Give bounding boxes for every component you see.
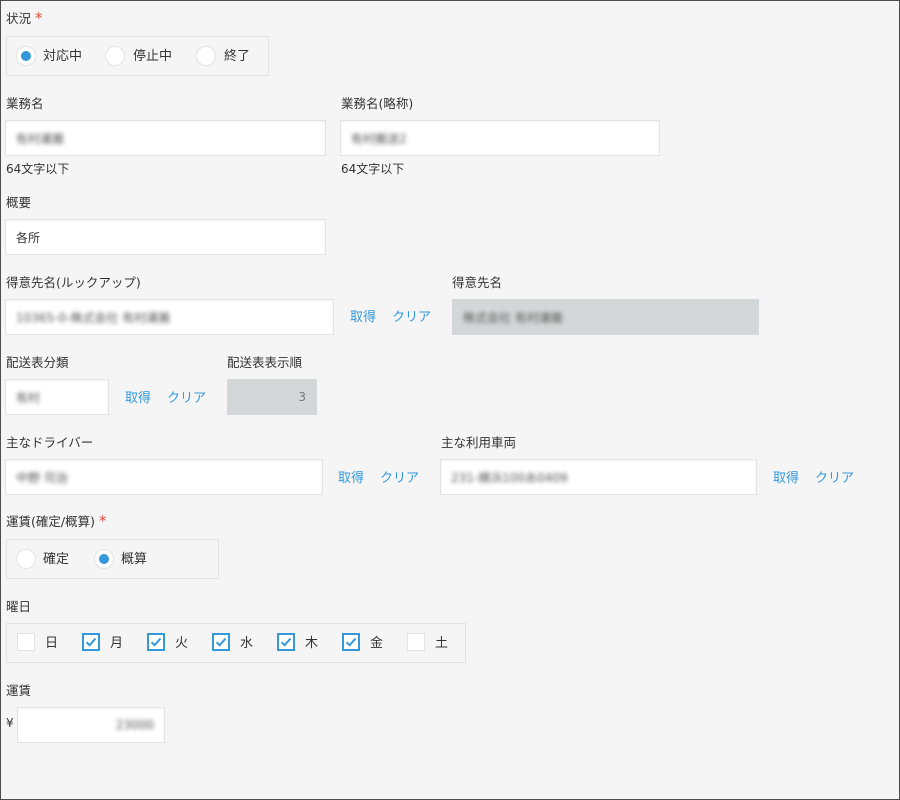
vehicle-label: 主な利用車両 — [441, 435, 517, 450]
status-option-ended-label[interactable]: 終了 — [224, 45, 250, 64]
delivery-category-value: 有村 — [16, 390, 41, 405]
business-short-label: 業務名(略称) — [341, 96, 414, 111]
weekday-checkbox-group: 日 月 火 水 木 金 土 — [6, 623, 466, 663]
delivery-category-input[interactable]: 有村 — [5, 379, 109, 415]
fare-type-radio-fixed[interactable] — [16, 549, 36, 569]
customer-lookup-value: 10365-0-株式会社 有村運搬 — [16, 310, 171, 325]
business-name-hint: 64文字以下 — [6, 162, 70, 176]
status-label-text: 状況 — [6, 11, 32, 26]
fare-type-label-text: 運賃(確定/概算) — [6, 514, 95, 529]
weekday-label-tue[interactable]: 火 — [175, 632, 188, 651]
vehicle-clear-link[interactable]: クリア — [815, 467, 854, 486]
driver-value: 中野 司治 — [16, 470, 68, 485]
customer-lookup-clear-link[interactable]: クリア — [392, 306, 431, 325]
delivery-order-label: 配送表表示順 — [227, 355, 303, 370]
fare-input[interactable]: 23000 — [17, 707, 165, 743]
weekday-checkbox-sun[interactable] — [17, 633, 35, 651]
business-short-input[interactable]: 有村搬送2 — [340, 120, 660, 156]
weekday-checkbox-wed[interactable] — [212, 633, 230, 651]
summary-input[interactable]: 各所 — [5, 219, 326, 255]
checkmark-icon — [280, 637, 292, 647]
weekday-label-sat[interactable]: 土 — [435, 632, 448, 651]
weekday-label-mon[interactable]: 月 — [110, 632, 123, 651]
fare-type-option-fixed-label[interactable]: 確定 — [43, 548, 69, 567]
weekday-label-fri[interactable]: 金 — [370, 632, 383, 651]
weekday-checkbox-thu[interactable] — [277, 633, 295, 651]
fare-type-label: 運賃(確定/概算) * — [6, 511, 106, 530]
summary-label: 概要 — [6, 195, 32, 210]
business-short-value: 有村搬送2 — [351, 131, 407, 146]
checkmark-icon — [345, 637, 357, 647]
status-radio-paused[interactable] — [105, 46, 125, 66]
delivery-category-label: 配送表分類 — [6, 355, 69, 370]
fare-type-radio-group: 確定 概算 — [6, 539, 219, 579]
customer-name-value: 株式会社 有村運搬 — [463, 310, 563, 325]
checkmark-icon — [215, 637, 227, 647]
status-option-paused-label[interactable]: 停止中 — [133, 45, 172, 64]
customer-lookup-label: 得意先名(ルックアップ) — [6, 275, 141, 290]
vehicle-input[interactable]: 231-横浜100あ0409 — [440, 459, 757, 495]
delivery-order-field: 3 — [227, 379, 317, 415]
business-name-label: 業務名 — [6, 96, 44, 111]
vehicle-value: 231-横浜100あ0409 — [451, 470, 568, 485]
weekday-checkbox-tue[interactable] — [147, 633, 165, 651]
customer-name-field: 株式会社 有村運搬 — [452, 299, 759, 335]
driver-clear-link[interactable]: クリア — [380, 467, 419, 486]
delivery-category-get-link[interactable]: 取得 — [125, 387, 151, 406]
status-label: 状況 * — [6, 8, 43, 27]
driver-get-link[interactable]: 取得 — [338, 467, 364, 486]
customer-name-label: 得意先名 — [452, 275, 503, 290]
business-name-input[interactable]: 有村運搬 — [5, 120, 326, 156]
fare-value: 23000 — [115, 718, 154, 732]
summary-value: 各所 — [16, 230, 41, 245]
weekday-label: 曜日 — [6, 599, 32, 614]
weekday-checkbox-mon[interactable] — [82, 633, 100, 651]
checkmark-icon — [150, 637, 162, 647]
weekday-label-wed[interactable]: 水 — [240, 632, 253, 651]
vehicle-get-link[interactable]: 取得 — [773, 467, 799, 486]
fare-type-option-estimate-label[interactable]: 概算 — [121, 548, 147, 567]
checkmark-icon — [85, 637, 97, 647]
weekday-checkbox-fri[interactable] — [342, 633, 360, 651]
required-mark: * — [98, 512, 107, 530]
delivery-category-clear-link[interactable]: クリア — [167, 387, 206, 406]
weekday-label-sun[interactable]: 日 — [45, 632, 58, 651]
business-name-value: 有村運搬 — [16, 131, 65, 146]
status-radio-group: 対応中 停止中 終了 — [6, 36, 269, 76]
weekday-checkbox-sat[interactable] — [407, 633, 425, 651]
fare-type-radio-estimate[interactable] — [94, 549, 114, 569]
fare-label: 運賃 — [6, 683, 32, 698]
weekday-label-thu[interactable]: 木 — [305, 632, 318, 651]
status-radio-active[interactable] — [16, 46, 36, 66]
delivery-order-value: 3 — [298, 390, 306, 404]
status-radio-ended[interactable] — [196, 46, 216, 66]
required-mark: * — [35, 9, 43, 27]
driver-label: 主なドライバー — [6, 435, 94, 450]
customer-lookup-input[interactable]: 10365-0-株式会社 有村運搬 — [5, 299, 334, 335]
status-option-active-label[interactable]: 対応中 — [43, 45, 82, 64]
driver-input[interactable]: 中野 司治 — [5, 459, 323, 495]
customer-lookup-get-link[interactable]: 取得 — [350, 306, 376, 325]
currency-symbol: ¥ — [6, 716, 14, 730]
business-short-hint: 64文字以下 — [341, 162, 405, 176]
